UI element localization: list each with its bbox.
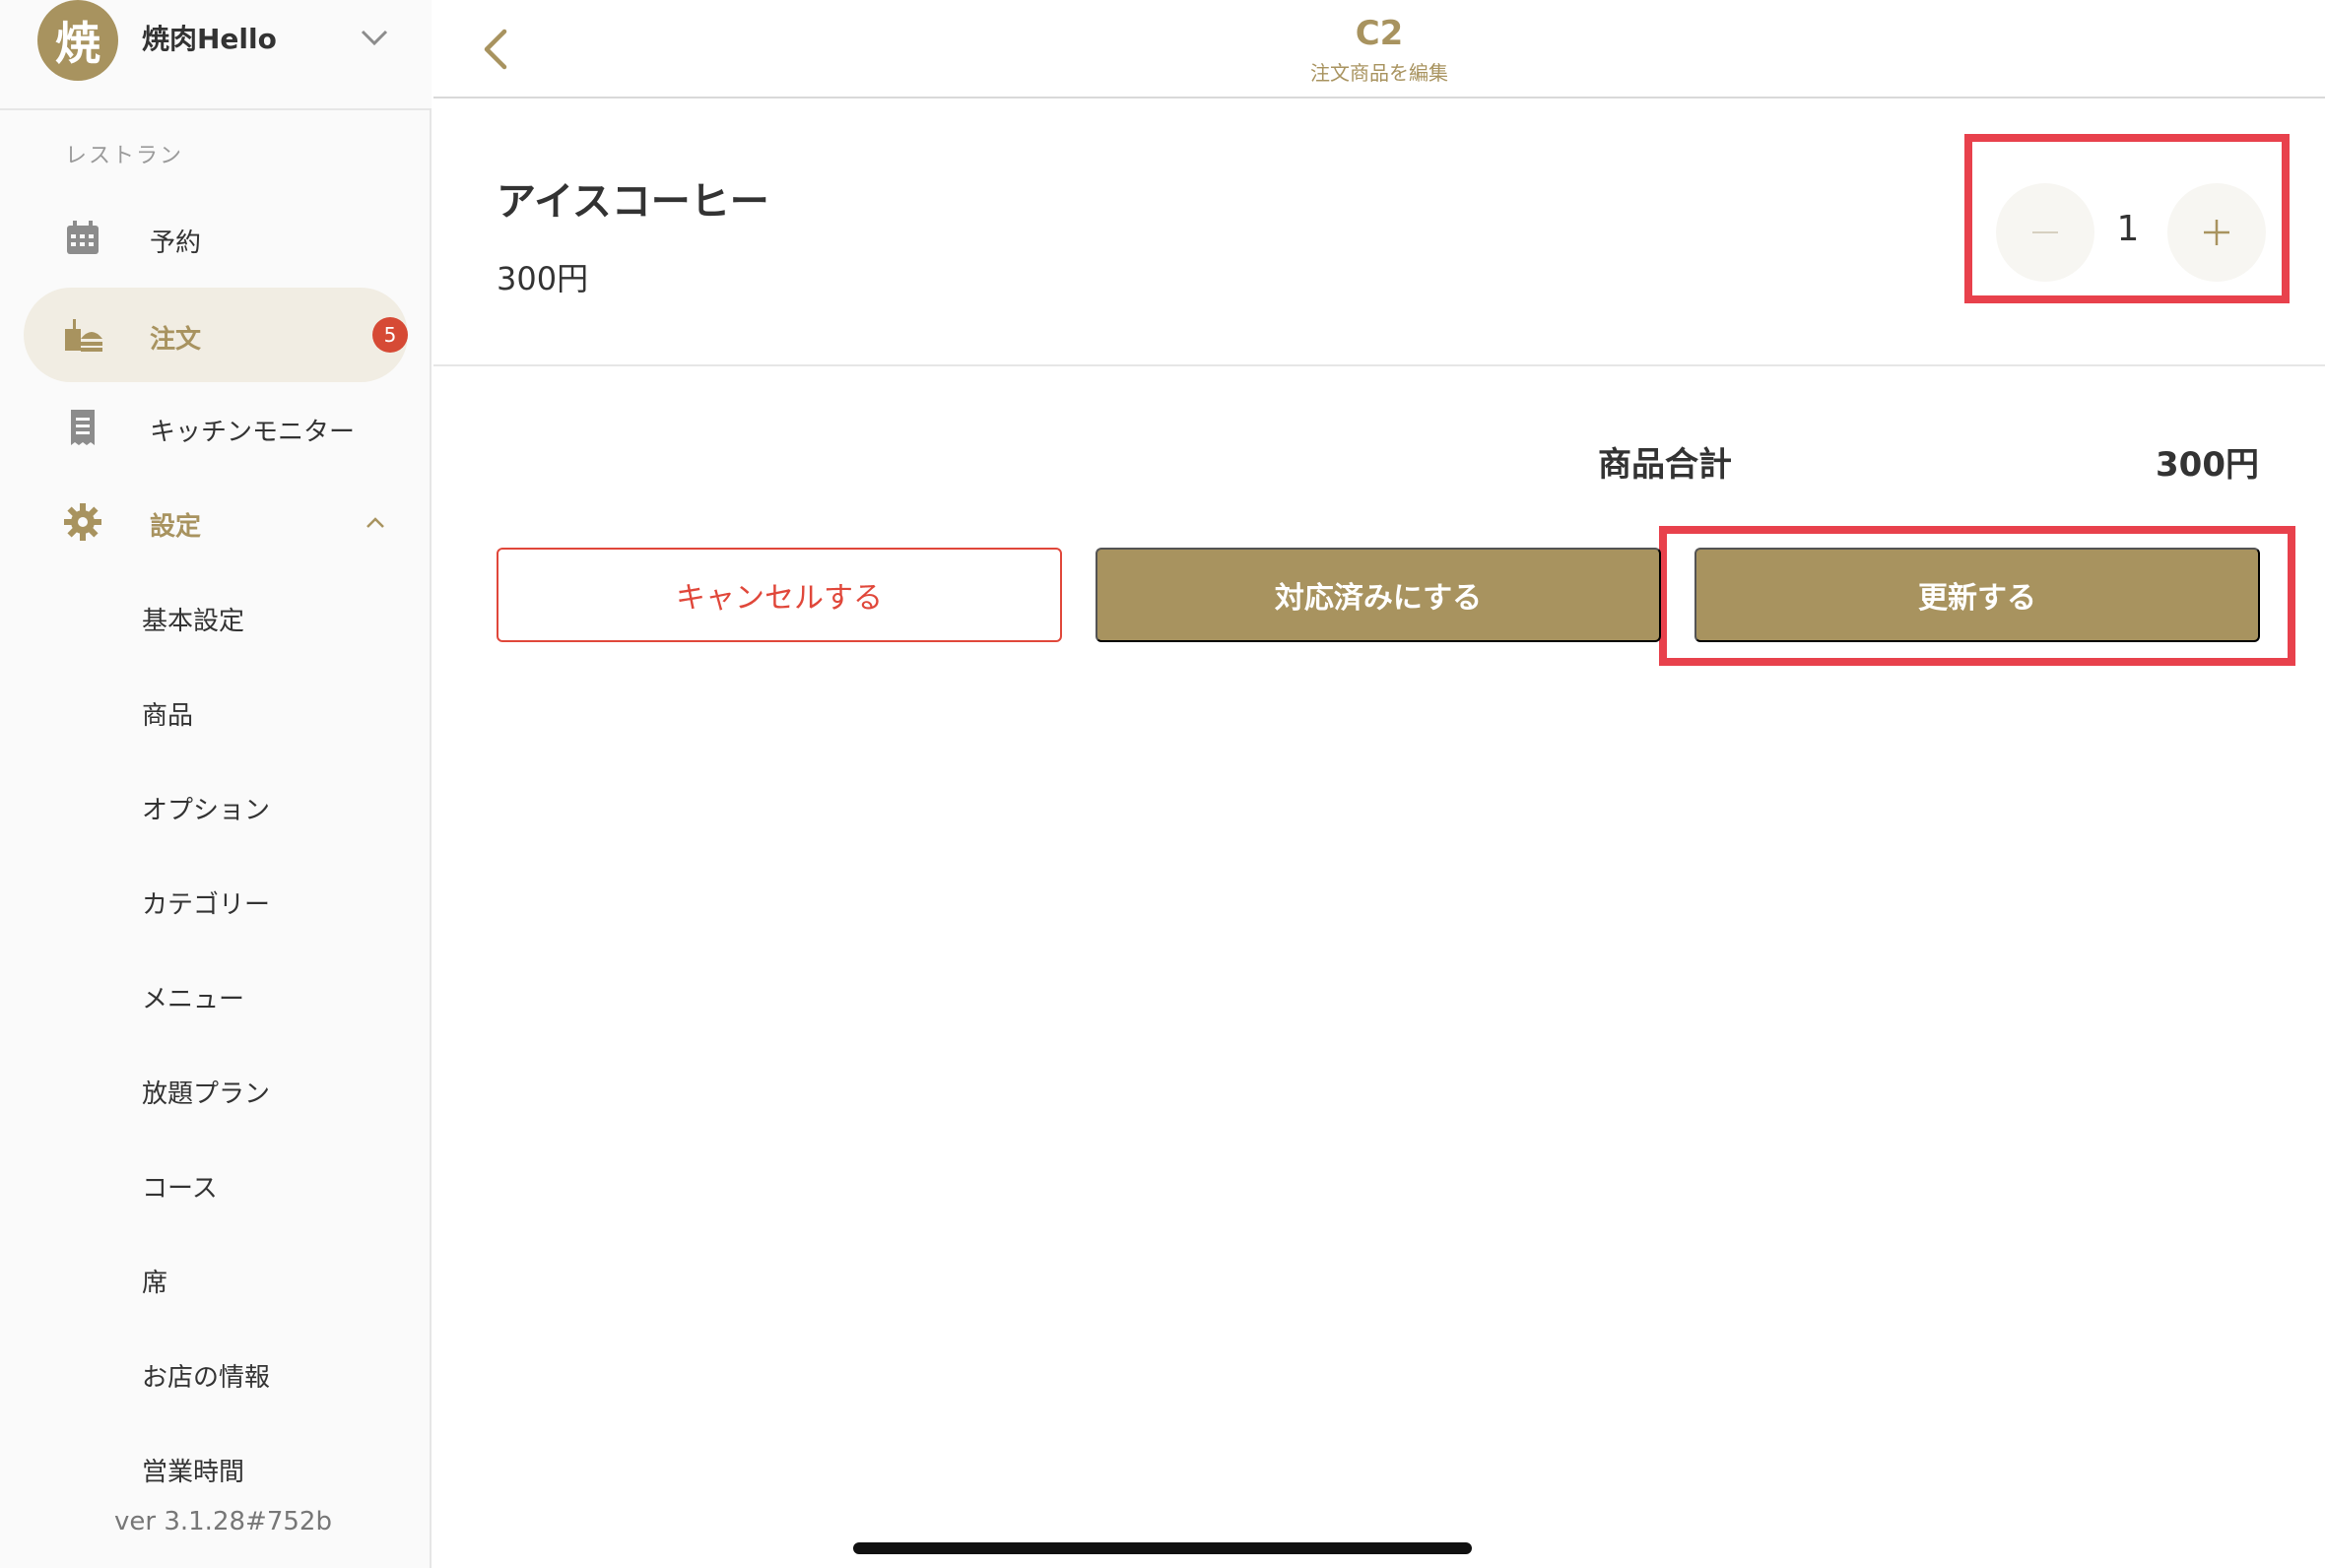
cancel-button[interactable]: キャンセルする — [497, 548, 1062, 642]
settings-sub-item-store-info[interactable]: お店の情報 — [142, 1357, 270, 1394]
sidebar: 焼 焼肉Hello レストラン 予約 注文 5 キッチンモニター 設定 基本設定… — [0, 0, 432, 1568]
settings-sub-item-seats[interactable]: 席 — [142, 1263, 167, 1299]
item-name: アイスコーヒー — [497, 179, 769, 225]
chevron-down-icon[interactable] — [359, 22, 390, 53]
sidebar-item-reservations[interactable]: 予約 — [24, 191, 408, 286]
sidebar-item-label: 注文 — [150, 325, 202, 355]
total-label: 商品合計 — [1598, 445, 1732, 485]
settings-sub-item-categories[interactable]: カテゴリー — [142, 884, 270, 921]
section-label-restaurant: レストラン — [65, 144, 184, 168]
sidebar-item-label: 予約 — [150, 229, 202, 258]
app-version: ver 3.1.28#752b — [114, 1507, 332, 1536]
store-name: 焼肉Hello — [142, 23, 277, 55]
item-price: 300円 — [497, 260, 589, 297]
settings-sub-item-options[interactable]: オプション — [142, 790, 270, 826]
top-bar: C2 注文商品を編集 — [433, 0, 2325, 98]
sidebar-item-label: キッチンモニター — [150, 418, 356, 447]
order-count-badge: 5 — [372, 317, 408, 353]
settings-sub-item-products[interactable]: 商品 — [142, 695, 193, 732]
sidebar-item-label: 設定 — [150, 512, 202, 542]
calendar-icon — [67, 221, 99, 254]
page-subtitle: 注文商品を編集 — [1310, 61, 1448, 85]
settings-sub-item-basic[interactable]: 基本設定 — [142, 601, 244, 637]
settings-sub-item-business-hours[interactable]: 営業時間 — [142, 1452, 244, 1488]
sidebar-item-orders[interactable]: 注文 5 — [24, 288, 408, 382]
settings-sub-item-all-you-can-plan[interactable]: 放題プラン — [142, 1074, 270, 1110]
total-value: 300円 — [2156, 445, 2259, 485]
update-button[interactable]: 更新する — [1694, 548, 2260, 642]
sidebar-item-kitchen-monitor[interactable]: キッチンモニター — [24, 380, 408, 475]
receipt-icon — [71, 410, 95, 445]
store-switcher[interactable]: 焼 焼肉Hello — [0, 0, 432, 110]
store-avatar: 焼 — [37, 0, 118, 81]
page-title: C2 — [1355, 14, 1404, 53]
sidebar-item-settings[interactable]: 設定 — [24, 475, 408, 569]
settings-sub-item-courses[interactable]: コース — [142, 1168, 218, 1205]
chevron-up-icon[interactable] — [363, 510, 388, 536]
mark-done-button[interactable]: 対応済みにする — [1096, 548, 1661, 642]
highlight-box-quantity — [1964, 134, 2290, 303]
gear-icon — [64, 503, 101, 541]
home-indicator[interactable] — [853, 1542, 1472, 1554]
settings-sub-item-menu[interactable]: メニュー — [142, 979, 244, 1015]
food-order-icon — [65, 319, 102, 352]
